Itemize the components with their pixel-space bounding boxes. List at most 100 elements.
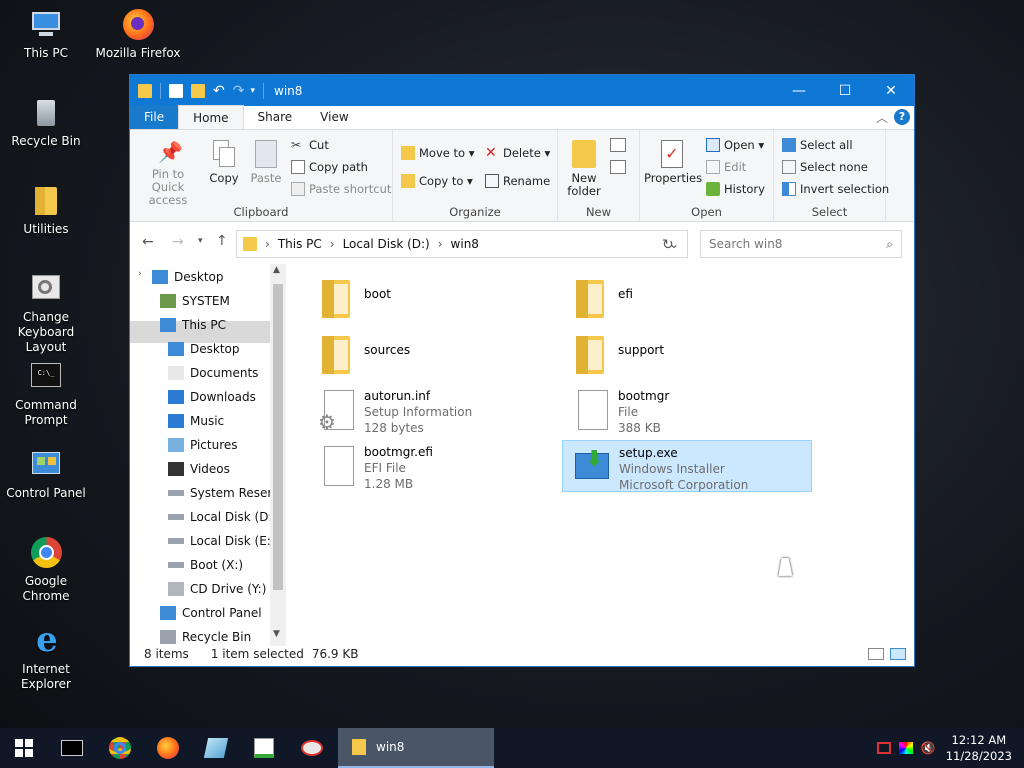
search-input[interactable]: Search win8 (709, 237, 782, 251)
desktop-icon-chrome[interactable]: Google Chrome (0, 536, 92, 604)
taskbar-tool-app[interactable] (288, 728, 336, 768)
copy-button[interactable]: Copy (204, 140, 244, 185)
taskbar-command-prompt[interactable] (48, 728, 96, 768)
back-arrow-icon[interactable]: ← (142, 234, 154, 250)
volume-muted-icon[interactable]: 🔇 (921, 741, 936, 755)
network-icon[interactable] (876, 742, 891, 754)
tab-file[interactable]: File (130, 105, 179, 129)
desktop-icon-utilities[interactable]: Utilities (0, 184, 92, 237)
file-item[interactable]: support (562, 328, 812, 380)
desktop-icon-recycle-bin[interactable]: Recycle Bin (0, 96, 92, 149)
taskbar-explorer-win8[interactable]: win8 (338, 728, 494, 768)
scroll-down-icon[interactable]: ▼ (273, 629, 280, 639)
file-item[interactable]: sources (308, 328, 558, 380)
tab-share[interactable]: Share (244, 105, 307, 129)
properties-button[interactable]: ✓ Properties (644, 140, 702, 185)
invert-selection-button[interactable]: Invert selection (782, 182, 889, 196)
collapse-ribbon-icon[interactable]: ︿ (876, 109, 888, 126)
nav-item[interactable]: Local Disk (E:) (168, 530, 276, 552)
refresh-icon[interactable]: ↻ (662, 237, 682, 253)
expand-chevron-icon[interactable]: › (138, 269, 142, 279)
copy-path-button[interactable]: Copy path (291, 160, 368, 174)
breadcrumb-win8[interactable]: win8 (451, 237, 479, 251)
nav-item[interactable]: Videos (168, 458, 230, 480)
edit-button[interactable]: Edit (706, 160, 746, 174)
cut-button[interactable]: ✂ Cut (291, 138, 329, 152)
easy-access-icon[interactable] (610, 160, 626, 174)
tab-home[interactable]: Home (178, 105, 244, 129)
taskbar-chart-app[interactable] (240, 728, 288, 768)
desktop-icon-keyboard-layout[interactable]: Change Keyboard Layout (0, 272, 92, 355)
nav-item[interactable]: Music (168, 410, 224, 432)
nav-item[interactable]: Boot (X:) (168, 554, 243, 576)
nav-item[interactable]: This PC (160, 314, 226, 336)
file-detail: Microsoft Corporation (619, 478, 749, 492)
paste-button[interactable]: Paste (246, 140, 286, 185)
search-box[interactable]: Search win8 ⌕ (700, 230, 902, 258)
address-bar[interactable]: › This PC › Local Disk (D:) › win8 ⌄ (236, 230, 688, 258)
new-folder-button[interactable]: New folder (564, 140, 604, 198)
nav-item[interactable]: Desktop (152, 266, 224, 288)
nav-item[interactable]: SYSTEM (160, 290, 230, 312)
help-icon[interactable]: ? (894, 109, 910, 125)
file-item[interactable]: bootmgr.efi EFI File 1.28 MB (308, 440, 558, 492)
nav-item[interactable]: System Reserve (168, 482, 286, 504)
paste-shortcut-button[interactable]: Paste shortcut (291, 182, 391, 196)
breadcrumb-local-disk-d[interactable]: Local Disk (D:) (343, 237, 430, 251)
pin-to-quick-access-button[interactable]: 📌 Pin to Quick access (136, 140, 200, 207)
desktop-icon-command-prompt[interactable]: C:\_ Command Prompt (0, 360, 92, 428)
file-item[interactable]: ⚙ autorun.inf Setup Information 128 bytes (308, 384, 558, 436)
select-none-button[interactable]: Select none (782, 160, 868, 174)
undo-icon[interactable]: ↶ (213, 83, 225, 99)
forward-arrow-icon[interactable]: → (172, 234, 184, 250)
recent-locations-icon[interactable]: ▾ (198, 236, 203, 246)
open-button[interactable]: Open ▾ (706, 138, 764, 152)
customize-toolbar-icon[interactable]: ▾ (250, 86, 255, 96)
close-button[interactable]: ✕ (868, 75, 914, 106)
nav-item[interactable]: CD Drive (Y:) H (168, 578, 279, 600)
desktop-icon-firefox[interactable]: Mozilla Firefox (92, 8, 184, 61)
nav-item[interactable]: Pictures (168, 434, 238, 456)
title-bar[interactable]: ↶ ↷ ▾ win8 — ☐ ✕ (130, 75, 914, 106)
file-item[interactable]: ⬇ setup.exe Windows Installer Microsoft Cor… (562, 440, 812, 492)
copy-to-button[interactable]: Copy to ▾ (401, 174, 473, 188)
up-arrow-icon[interactable]: ↑ (216, 233, 228, 249)
move-to-button[interactable]: Move to ▾ (401, 146, 474, 160)
tab-view[interactable]: View (306, 105, 362, 129)
nav-scrollbar-thumb[interactable] (273, 284, 283, 590)
history-button[interactable]: History (706, 182, 765, 196)
breadcrumb-this-pc[interactable]: This PC (278, 237, 322, 251)
file-item[interactable]: bootmgr File 388 KB (562, 384, 812, 436)
rename-button[interactable]: Rename (485, 174, 550, 188)
new-folder-quick-icon[interactable] (191, 83, 205, 98)
taskbar-firefox[interactable] (144, 728, 192, 768)
desktop-icon-this-pc[interactable]: This PC (0, 8, 92, 61)
nav-item[interactable]: Local Disk (D:) (168, 506, 277, 528)
details-view-icon[interactable] (868, 648, 884, 660)
nav-item[interactable]: Desktop (168, 338, 240, 360)
desktop-icon-internet-explorer[interactable]: e Internet Explorer (0, 623, 92, 692)
start-button[interactable] (0, 728, 48, 768)
desktop-icon-control-panel[interactable]: Control Panel (0, 448, 92, 501)
clock[interactable]: 12:12 AM 11/28/2023 (946, 732, 1012, 764)
desktop-icon-label: Utilities (23, 222, 69, 236)
scroll-up-icon[interactable]: ▲ (273, 265, 280, 275)
maximize-button[interactable]: ☐ (822, 75, 868, 106)
properties-quick-icon[interactable] (169, 83, 183, 98)
taskbar-chrome[interactable] (96, 728, 144, 768)
redo-icon[interactable]: ↷ (233, 83, 245, 99)
file-detail: 1.28 MB (364, 477, 414, 491)
file-item[interactable]: boot (308, 272, 558, 324)
nav-item[interactable]: Downloads (168, 386, 256, 408)
select-all-button[interactable]: Select all (782, 138, 853, 152)
desktop-icon-label: Mozilla Firefox (95, 46, 181, 60)
file-item[interactable]: efi (562, 272, 812, 324)
taskbar-paint[interactable] (192, 728, 240, 768)
nav-item[interactable]: Documents (168, 362, 258, 384)
delete-button[interactable]: ✕ Delete ▾ (485, 146, 550, 160)
color-icon[interactable] (898, 742, 913, 754)
minimize-button[interactable]: — (776, 75, 822, 106)
large-icons-view-icon[interactable] (890, 648, 906, 660)
new-item-icon[interactable] (610, 138, 626, 152)
nav-item[interactable]: Control Panel (160, 602, 262, 624)
